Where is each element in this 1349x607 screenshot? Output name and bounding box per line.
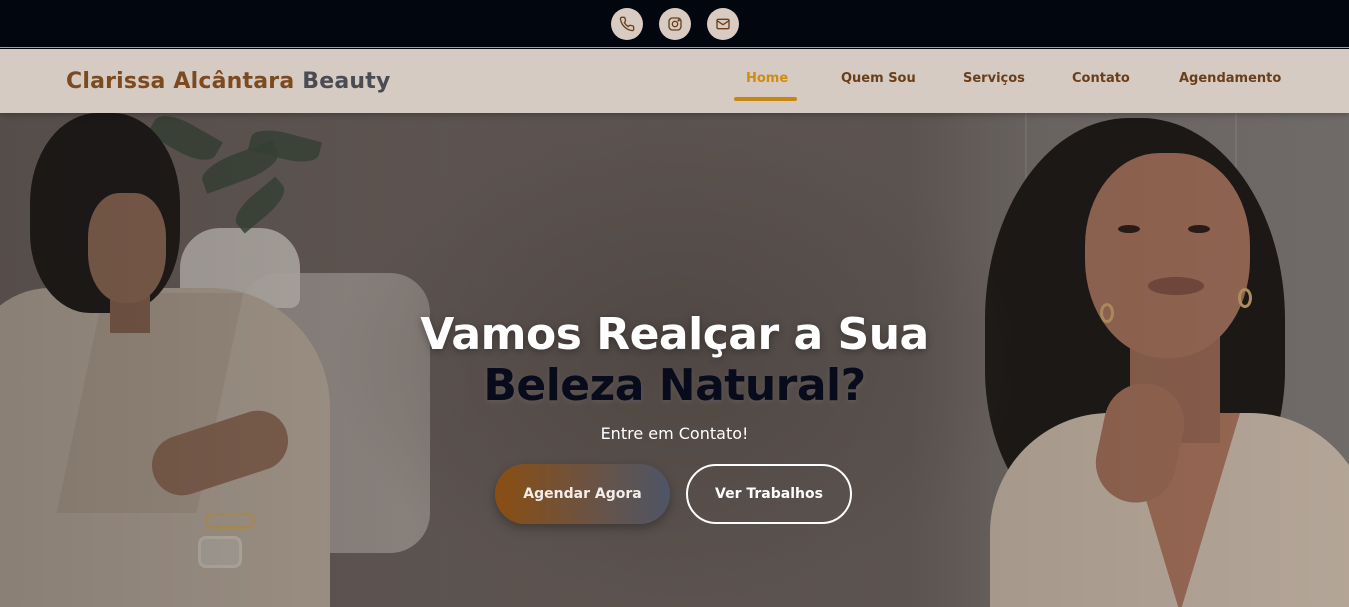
instagram-link[interactable] bbox=[658, 7, 691, 40]
hero-title-line1: Vamos Realçar a Sua bbox=[420, 309, 929, 360]
mail-icon bbox=[715, 18, 730, 29]
nav-menu: Home Quem Sou Serviços Contato Agendamen… bbox=[0, 49, 1349, 113]
instagram-icon bbox=[667, 16, 682, 31]
nav-item-quem-sou[interactable]: Quem Sou bbox=[829, 69, 928, 101]
schedule-now-button[interactable]: Agendar Agora bbox=[495, 464, 670, 524]
hero-title-line2: Beleza Natural? bbox=[483, 360, 866, 411]
email-link[interactable] bbox=[706, 7, 739, 40]
nav-item-home[interactable]: Home bbox=[734, 69, 797, 101]
hero-buttons: Agendar Agora Ver Trabalhos bbox=[495, 464, 855, 524]
phone-link[interactable] bbox=[610, 7, 643, 40]
hero-subtitle: Entre em Contato! bbox=[600, 424, 749, 443]
view-work-button[interactable]: Ver Trabalhos bbox=[686, 464, 852, 524]
phone-icon bbox=[619, 16, 634, 31]
hero-content: Vamos Realçar a Sua Beleza Natural? Entr… bbox=[0, 309, 1349, 445]
nav-item-agendamento[interactable]: Agendamento bbox=[1167, 69, 1293, 101]
top-contact-bar bbox=[0, 0, 1349, 48]
nav-item-contato[interactable]: Contato bbox=[1060, 69, 1142, 101]
nav-item-servicos[interactable]: Serviços bbox=[951, 69, 1037, 101]
main-navbar: Clarissa Alcântara Beauty Home Quem Sou … bbox=[0, 49, 1349, 113]
hero-section: Vamos Realçar a Sua Beleza Natural? Entr… bbox=[0, 113, 1349, 607]
